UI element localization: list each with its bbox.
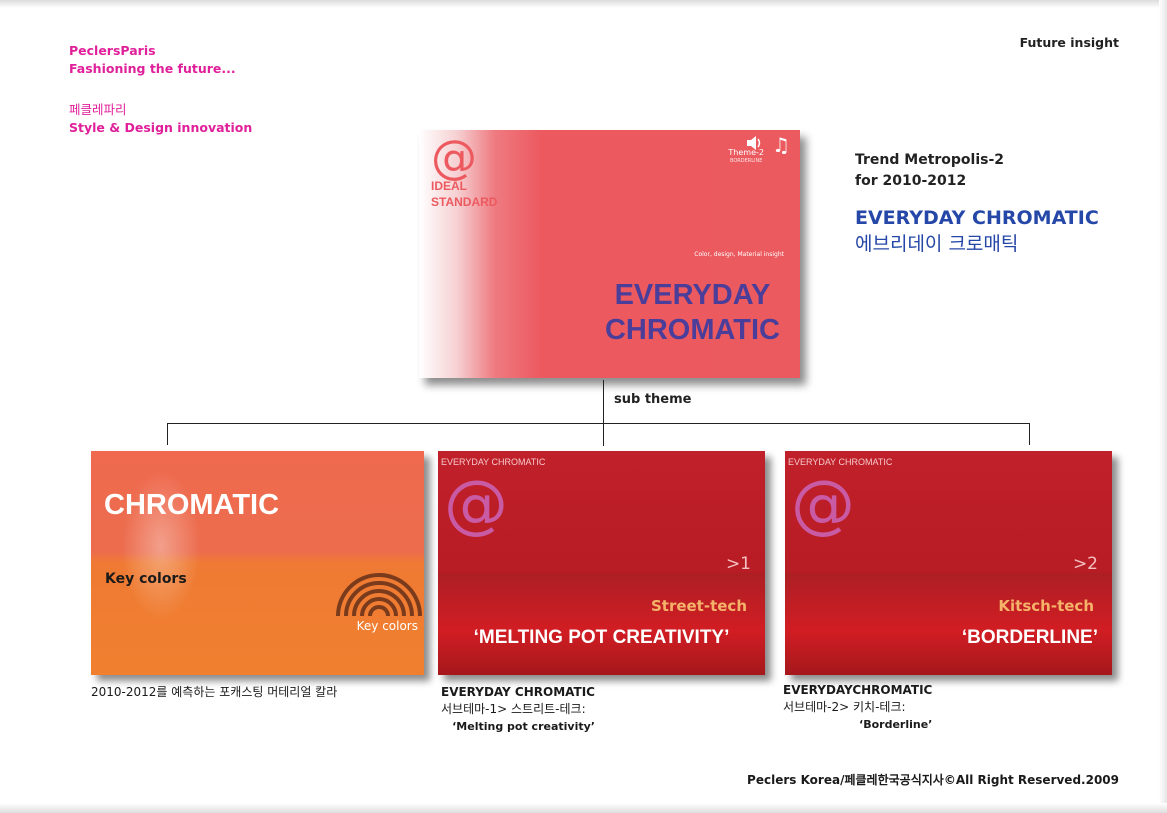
brand-slogan: Style & Design innovation	[69, 120, 253, 135]
header-label: Future insight	[1019, 35, 1119, 50]
card-number: >1	[725, 554, 751, 574]
theme-tag: Theme-2 BORDERLINE	[728, 148, 764, 166]
copyright-footer: Peclers Korea/페클레한국공식지사©All Right Reserv…	[747, 773, 1119, 787]
tree-branch-right	[1029, 423, 1030, 445]
theme-tag-sub: BORDERLINE	[730, 158, 763, 164]
trend-title: EVERYDAY CHROMATIC 에브리데이 크로매틱	[855, 205, 1099, 257]
trend-line-2: for 2010-2012	[855, 173, 967, 189]
logo-line-2: STANDARD	[431, 195, 498, 209]
tree-branch-left	[167, 423, 168, 445]
at-logo-icon: @	[444, 468, 508, 542]
brand-block-2: Style & Design innovation	[69, 119, 252, 137]
card-quote: ‘BORDERLINE’	[961, 627, 1098, 648]
page-frame-right	[1159, 0, 1167, 813]
trend-line-1: Trend Metropolis-2	[855, 152, 1005, 168]
caption-chromatic: 2010-2012를 예측하는 포캐스팅 머테리얼 칼라	[91, 685, 338, 699]
brand-block: PeclersParis Fashioning the future...	[69, 42, 236, 78]
main-title-line-1: EVERYDAY	[614, 279, 771, 311]
sub-theme-label: sub theme	[614, 392, 692, 407]
logo-line-1: IDEAL	[431, 179, 467, 193]
card-title: CHROMATIC	[104, 489, 280, 521]
tree-trunk-line	[603, 380, 604, 446]
caption-kitsch-tech: EVERYDAYCHROMATIC 서브테마-2> 키치-테크: ‘Border…	[783, 682, 932, 733]
card-kitsch-tech: EVERYDAY CHROMATIC @ >2 Kitsch-tech ‘BOR…	[785, 451, 1112, 675]
card-subtitle: Street-tech	[650, 597, 747, 615]
ideal-standard-logo: IDEAL STANDARD	[431, 178, 497, 210]
card-subtitle: Kitsch-tech	[998, 597, 1094, 615]
caption-line-2: 서브테마-1> 스트리트-테크:	[441, 702, 586, 716]
caption-line-3: ‘Melting pot creativity’	[452, 720, 595, 733]
caption-line-1: EVERYDAYCHROMATIC	[783, 683, 933, 697]
music-note-icon: ♫	[772, 133, 790, 157]
brand-name-kr: 페클레파리	[69, 102, 127, 117]
main-card-title: EVERYDAY CHROMATIC	[605, 278, 780, 348]
caption-line-3: ‘Borderline’	[859, 718, 933, 731]
theme-tag-label: Theme-2	[728, 148, 764, 157]
brand-tagline: Fashioning the future...	[69, 61, 236, 76]
tree-horizontal-line	[167, 423, 1030, 424]
trend-heading: Trend Metropolis-2 for 2010-2012	[855, 150, 1004, 192]
at-logo-icon: @	[431, 130, 477, 184]
brand-block-kr: 페클레파리	[69, 101, 127, 119]
rainbow-arc-icon	[336, 573, 422, 616]
card-chromatic: CHROMATIC Key colors Key colors	[91, 451, 424, 675]
caption-line-2: 서브테마-2> 키치-테크:	[783, 700, 906, 714]
card-street-tech: EVERYDAY CHROMATIC @ >1 Street-tech ‘MEL…	[438, 451, 765, 675]
at-logo-icon: @	[791, 468, 855, 542]
card-corner-label: Key colors	[356, 619, 418, 633]
page-frame-top	[0, 0, 1167, 8]
brand-name: PeclersParis	[69, 43, 156, 58]
card-number: >2	[1072, 554, 1098, 574]
caption-line-1: EVERYDAY CHROMATIC	[441, 685, 595, 699]
trend-title-en: EVERYDAY CHROMATIC	[855, 207, 1099, 229]
main-title-line-2: CHROMATIC	[604, 314, 780, 346]
card-quote: ‘MELTING POT CREATIVITY’	[473, 627, 730, 648]
trend-title-kr: 에브리데이 크로매틱	[855, 233, 1019, 255]
insight-line: Color, design, Material insight	[694, 251, 784, 258]
main-theme-card: @ IDEAL STANDARD ♫ Theme-2 BORDERLINE Co…	[419, 130, 800, 378]
caption-street-tech: EVERYDAY CHROMATIC 서브테마-1> 스트리트-테크: ‘Mel…	[441, 684, 595, 735]
page-frame-bottom	[0, 803, 1167, 813]
card-subtitle: Key colors	[105, 571, 187, 587]
